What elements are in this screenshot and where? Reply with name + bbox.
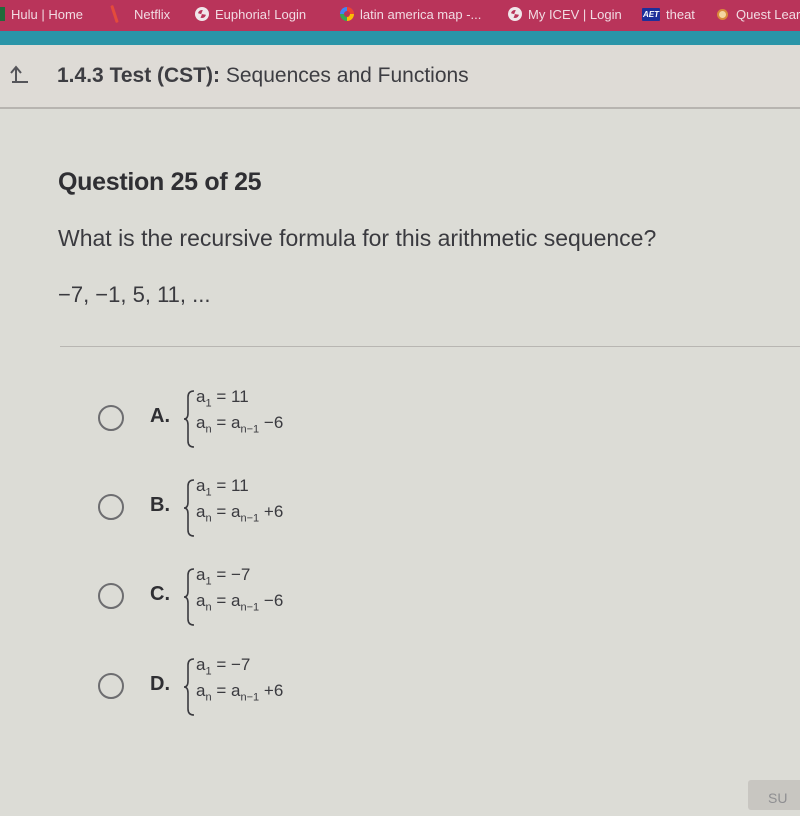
formula-part: n−1 (240, 691, 260, 704)
test-label: Test (CST): (109, 64, 220, 87)
bookmark-label: latin america map -... (360, 6, 482, 22)
radio-button[interactable] (98, 405, 124, 431)
bookmark-label: Netflix (134, 6, 171, 22)
common-difference: 6 (273, 502, 284, 521)
bookmark-eduphoria[interactable]: Euphoria! Login (195, 0, 306, 28)
operator: + (263, 502, 274, 521)
initial-term-formula: a1 = 11 (196, 387, 249, 409)
common-difference: 6 (273, 681, 284, 700)
initial-term-formula: a1 = −7 (196, 565, 250, 587)
google-icon (340, 7, 354, 21)
operator: − (263, 413, 274, 432)
bookmark-label: Euphoria! Login (215, 6, 307, 22)
formula-part: = (216, 655, 227, 674)
initial-term-formula: a1 = 11 (196, 476, 249, 498)
bookmark-label: Quest Lear (736, 6, 800, 22)
page-title: 1.4.3 Test (CST): Sequences and Function… (57, 64, 469, 88)
hulu-icon (0, 7, 5, 21)
answer-option-c[interactable]: C. a1 = −7 an = an−1 −6 (98, 563, 398, 633)
radio-button[interactable] (98, 673, 124, 699)
option-letter: D. (150, 673, 170, 695)
bookmark-netflix[interactable]: Netflix (110, 0, 171, 28)
recursive-rule-formula: an = an−1 −6 (196, 591, 283, 613)
formula-part: = (216, 413, 227, 432)
operator: + (263, 681, 274, 700)
test-number: 1.4.3 (57, 64, 104, 87)
option-letter: C. (150, 583, 170, 605)
quest-icon (719, 10, 726, 18)
formula-part: n−1 (240, 512, 260, 525)
left-brace-icon (183, 390, 195, 448)
test-name: Sequences and Functions (225, 64, 469, 87)
formula-part: = (216, 591, 227, 610)
formula-part: n−1 (240, 601, 260, 614)
formula-part: 1 (205, 575, 212, 588)
radio-button[interactable] (98, 494, 124, 520)
up-arrow-icon[interactable] (8, 63, 30, 85)
formula-part: n (205, 512, 212, 525)
test-header: 1.4.3 Test (CST): Sequences and Function… (0, 45, 800, 109)
recursive-rule-formula: an = an−1 −6 (196, 413, 283, 435)
left-brace-icon (183, 658, 195, 716)
formula-part: n (205, 423, 212, 436)
answer-option-d[interactable]: D. a1 = −7 an = an−1 +6 (98, 653, 398, 723)
answer-option-b[interactable]: B. a1 = 11 an = an−1 +6 (98, 474, 398, 544)
bookmark-label: theat (666, 6, 695, 22)
submit-button[interactable]: SU (748, 780, 800, 810)
bookmark-my-icev[interactable]: My ICEV | Login (508, 0, 622, 28)
globe-icon (508, 7, 522, 21)
initial-term-value: 11 (231, 387, 249, 406)
question-title: Question 25 of 25 (58, 168, 262, 196)
bookmark-hulu[interactable]: Hulu | Home (0, 0, 83, 28)
formula-part: n−1 (240, 423, 260, 436)
bookmark-label: My ICEV | Login (528, 6, 622, 22)
formula-part: 1 (205, 397, 212, 410)
bookmark-theat[interactable]: AET theat (642, 0, 695, 28)
recursive-rule-formula: an = an−1 +6 (196, 681, 283, 703)
bookmark-label: Hulu | Home (11, 6, 84, 22)
initial-term-value: −7 (231, 655, 251, 674)
common-difference: 6 (273, 413, 284, 432)
question-prompt: What is the recursive formula for this a… (58, 225, 657, 251)
bookmarks-bar: Hulu | Home Netflix Euphoria! Login lati… (0, 0, 800, 31)
left-brace-icon (183, 568, 195, 626)
option-letter: B. (150, 494, 170, 516)
bookmark-quest-learning[interactable]: Quest Lear (715, 0, 800, 28)
initial-term-formula: a1 = −7 (196, 655, 250, 677)
formula-part: = (216, 387, 227, 406)
formula-part: 1 (205, 486, 212, 499)
bookmark-latin-america-map[interactable]: latin america map -... (340, 0, 481, 28)
initial-term-value: −7 (231, 565, 251, 584)
recursive-rule-formula: an = an−1 +6 (196, 502, 283, 524)
formula-part: = (216, 565, 227, 584)
formula-part: = (216, 476, 227, 495)
formula-part: 1 (205, 665, 212, 678)
radio-button[interactable] (98, 583, 124, 609)
formula-part: n (205, 601, 212, 614)
operator: − (263, 591, 274, 610)
initial-term-value: 11 (231, 476, 249, 495)
site-top-bar (0, 31, 800, 45)
globe-icon (195, 7, 209, 21)
question-sequence: −7, −1, 5, 11, ... (58, 282, 211, 307)
formula-part: = (216, 681, 227, 700)
formula-part: n (205, 691, 212, 704)
common-difference: 6 (273, 591, 284, 610)
aet-icon: AET (642, 7, 660, 21)
option-letter: A. (150, 405, 170, 427)
netflix-icon (110, 4, 119, 24)
divider (60, 346, 800, 347)
formula-part: = (216, 502, 227, 521)
left-brace-icon (183, 479, 195, 537)
answer-option-a[interactable]: A. a1 = 11 an = an−1 −6 (98, 385, 398, 455)
